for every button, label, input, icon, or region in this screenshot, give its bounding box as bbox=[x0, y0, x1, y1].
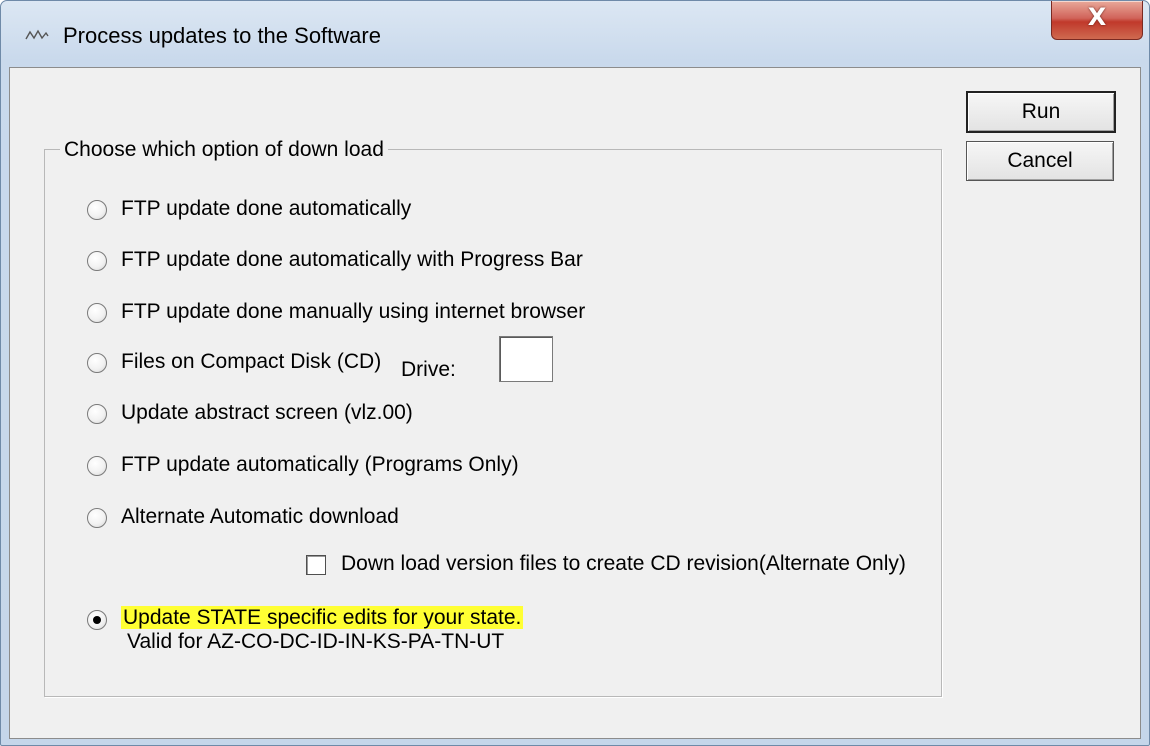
radio-ftp-auto-progress[interactable] bbox=[87, 251, 107, 271]
checkbox-label[interactable]: Down load version files to create CD rev… bbox=[341, 552, 906, 576]
dialog-window: Process updates to the Software X Run Ca… bbox=[0, 0, 1150, 746]
window-title: Process updates to the Software bbox=[63, 23, 381, 48]
radio-ftp-manual[interactable] bbox=[87, 303, 107, 323]
app-waveform-icon bbox=[25, 29, 49, 40]
option-label[interactable]: FTP update done manually using internet … bbox=[121, 300, 585, 324]
cancel-button[interactable]: Cancel bbox=[966, 141, 1114, 181]
radio-files-cd[interactable] bbox=[87, 353, 107, 373]
dialog-client-area: Run Cancel Choose which option of down l… bbox=[9, 67, 1141, 739]
radio-alternate-download[interactable] bbox=[87, 508, 107, 528]
option-label[interactable]: Files on Compact Disk (CD) bbox=[121, 350, 381, 374]
drive-label: Drive: bbox=[401, 358, 456, 381]
drive-input[interactable] bbox=[499, 336, 553, 382]
option-label[interactable]: Update abstract screen (vlz.00) bbox=[121, 401, 413, 425]
radio-ftp-auto[interactable] bbox=[87, 200, 107, 220]
option-label[interactable]: FTP update automatically (Programs Only) bbox=[121, 453, 519, 477]
close-button[interactable]: X bbox=[1051, 1, 1143, 40]
radio-update-state-edits[interactable] bbox=[87, 610, 107, 630]
radio-ftp-programs-only[interactable] bbox=[87, 456, 107, 476]
highlighted-text: Update STATE specific edits for your sta… bbox=[121, 606, 524, 629]
alternate-version-checkbox[interactable] bbox=[306, 555, 326, 575]
radio-update-abstract[interactable] bbox=[87, 404, 107, 424]
close-icon: X bbox=[1087, 3, 1107, 31]
option-label-state[interactable]: Update STATE specific edits for your sta… bbox=[121, 606, 524, 630]
title-bar[interactable]: Process updates to the Software X bbox=[1, 1, 1149, 67]
state-validity-note: Valid for AZ-CO-DC-ID-IN-KS-PA-TN-UT bbox=[127, 630, 505, 653]
group-legend: Choose which option of down load bbox=[60, 138, 388, 162]
option-label[interactable]: Alternate Automatic download bbox=[121, 505, 399, 529]
option-label[interactable]: FTP update done automatically with Progr… bbox=[121, 248, 583, 272]
run-button[interactable]: Run bbox=[966, 91, 1116, 133]
option-label[interactable]: FTP update done automatically bbox=[121, 197, 411, 221]
